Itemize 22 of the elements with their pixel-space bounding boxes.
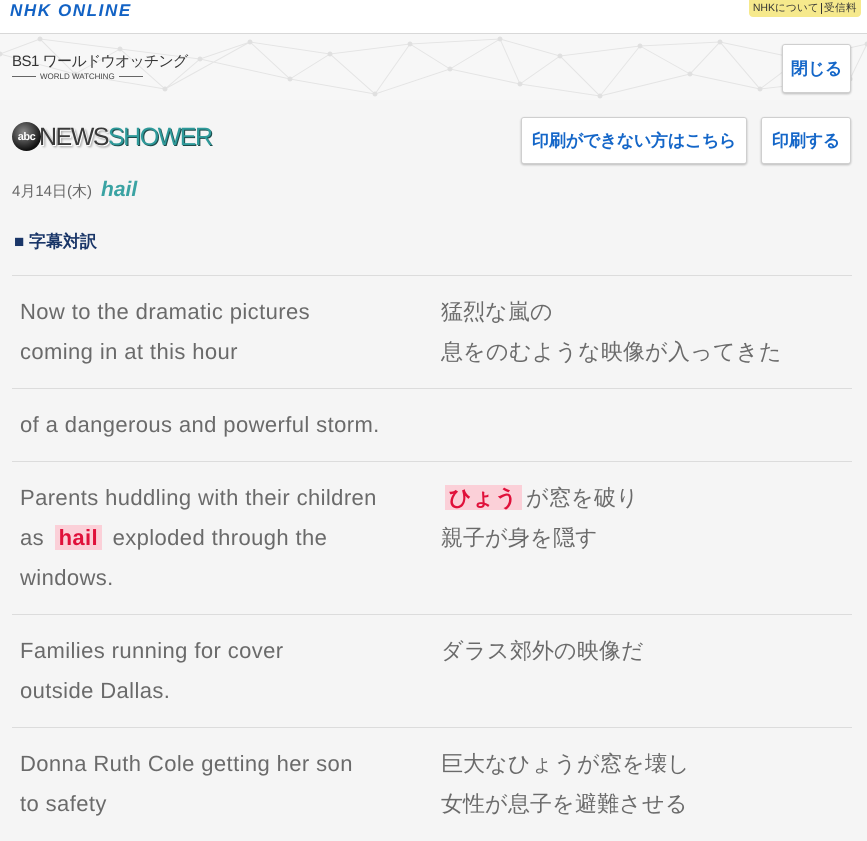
header-link[interactable]: NHKについて — [752, 1, 819, 15]
abc-logo: abc — [12, 122, 41, 151]
japanese-subtitle: ひょうが窓を破り 親子が身を隠す — [441, 484, 640, 552]
close-button[interactable]: 閉じる — [782, 44, 851, 92]
header-link[interactable]: 受信料 — [824, 1, 857, 15]
english-subtitle: Now to the dramatic pictures coming in at this hour — [20, 298, 311, 366]
japanese-subtitle: ダラス郊外の映像だ — [441, 637, 645, 665]
news-shower-logo: NEWSSHOWER — [39, 122, 212, 152]
print-button[interactable]: 印刷する — [761, 117, 851, 164]
japanese-subtitle: 巨大なひょうが窓を壊し 女性が息子を避難させる — [441, 750, 691, 818]
english-subtitle: of a dangerous and powerful storm. — [20, 411, 381, 439]
broadcast-date: 4月14日(木) — [12, 182, 92, 201]
program-subtitle: WORLD WATCHING — [40, 72, 115, 80]
nhk-online-logo[interactable]: NHK ONLINE — [10, 1, 132, 21]
japanese-subtitle: 猛烈な嵐の 息をのむような映像が入ってきた — [441, 298, 783, 366]
program-title: BS1 ワールドウオッチング — [12, 52, 188, 70]
print-help-button[interactable]: 印刷ができない方はこちら — [521, 117, 747, 164]
keyword-title: hail — [101, 178, 138, 202]
english-subtitle: Families running for cover outside Dallas. — [20, 637, 284, 705]
english-subtitle: Parents huddling with their children as hail exploded through the windows. — [20, 484, 378, 592]
section-heading: ■ 字幕対訳 — [14, 231, 97, 253]
english-subtitle: Donna Ruth Cole getting her son to safety — [20, 750, 354, 818]
